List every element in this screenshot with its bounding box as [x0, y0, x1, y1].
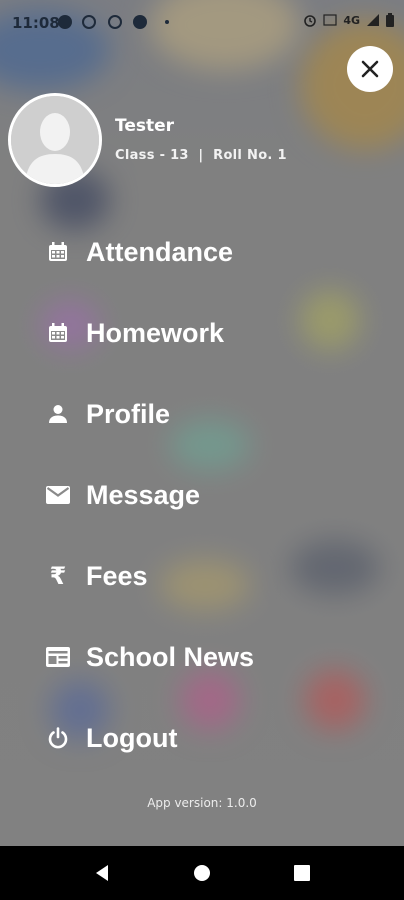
dot-icon — [165, 20, 169, 24]
notification-icon — [108, 15, 122, 29]
menu-item-school-news[interactable]: School News — [44, 630, 344, 684]
notification-icon — [82, 15, 96, 29]
signal-icon — [367, 14, 379, 26]
close-icon — [361, 60, 379, 78]
user-placeholder-icon — [11, 96, 99, 184]
menu-item-fees[interactable]: ₹ Fees — [44, 549, 344, 603]
navigation-bar — [0, 846, 404, 900]
avatar[interactable] — [8, 93, 102, 187]
status-icons: 4G — [303, 13, 394, 27]
back-icon[interactable] — [90, 861, 114, 885]
alarm-icon — [304, 15, 317, 27]
news-icon — [44, 643, 72, 671]
menu-label: Attendance — [86, 236, 234, 267]
user-name: Tester — [115, 116, 175, 136]
menu-label: School News — [86, 641, 255, 672]
menu-item-attendance[interactable]: Attendance — [44, 225, 344, 279]
mail-icon — [44, 481, 72, 509]
menu-label: Profile — [86, 398, 171, 429]
notification-icon — [58, 15, 72, 29]
recents-icon[interactable] — [290, 861, 314, 885]
close-drawer-button[interactable] — [347, 46, 393, 92]
home-icon[interactable] — [190, 861, 214, 885]
app-version: App version: 1.0.0 — [147, 796, 257, 810]
menu-label: Homework — [86, 317, 225, 348]
menu-item-message[interactable]: Message — [44, 468, 344, 522]
menu-item-homework[interactable]: Homework — [44, 306, 344, 360]
rupee-icon: ₹ — [49, 562, 67, 590]
menu-label: Message — [86, 479, 201, 510]
status-time: 11:08 — [12, 14, 60, 32]
volte-icon — [323, 14, 337, 26]
calendar-icon — [44, 238, 72, 266]
power-icon — [44, 724, 72, 752]
network-type: 4G — [343, 13, 360, 27]
menu-label: Logout — [86, 722, 178, 753]
person-icon — [44, 400, 72, 428]
calendar-icon — [44, 319, 72, 347]
status-bar: 11:08 4G — [0, 0, 404, 46]
menu-item-profile[interactable]: Profile — [44, 387, 344, 441]
user-class-roll: Class - 13 | Roll No. 1 — [115, 148, 287, 163]
menu-label: Fees — [86, 560, 148, 591]
battery-icon — [386, 13, 394, 27]
menu-item-logout[interactable]: Logout — [44, 711, 344, 765]
notification-icon — [133, 15, 147, 29]
